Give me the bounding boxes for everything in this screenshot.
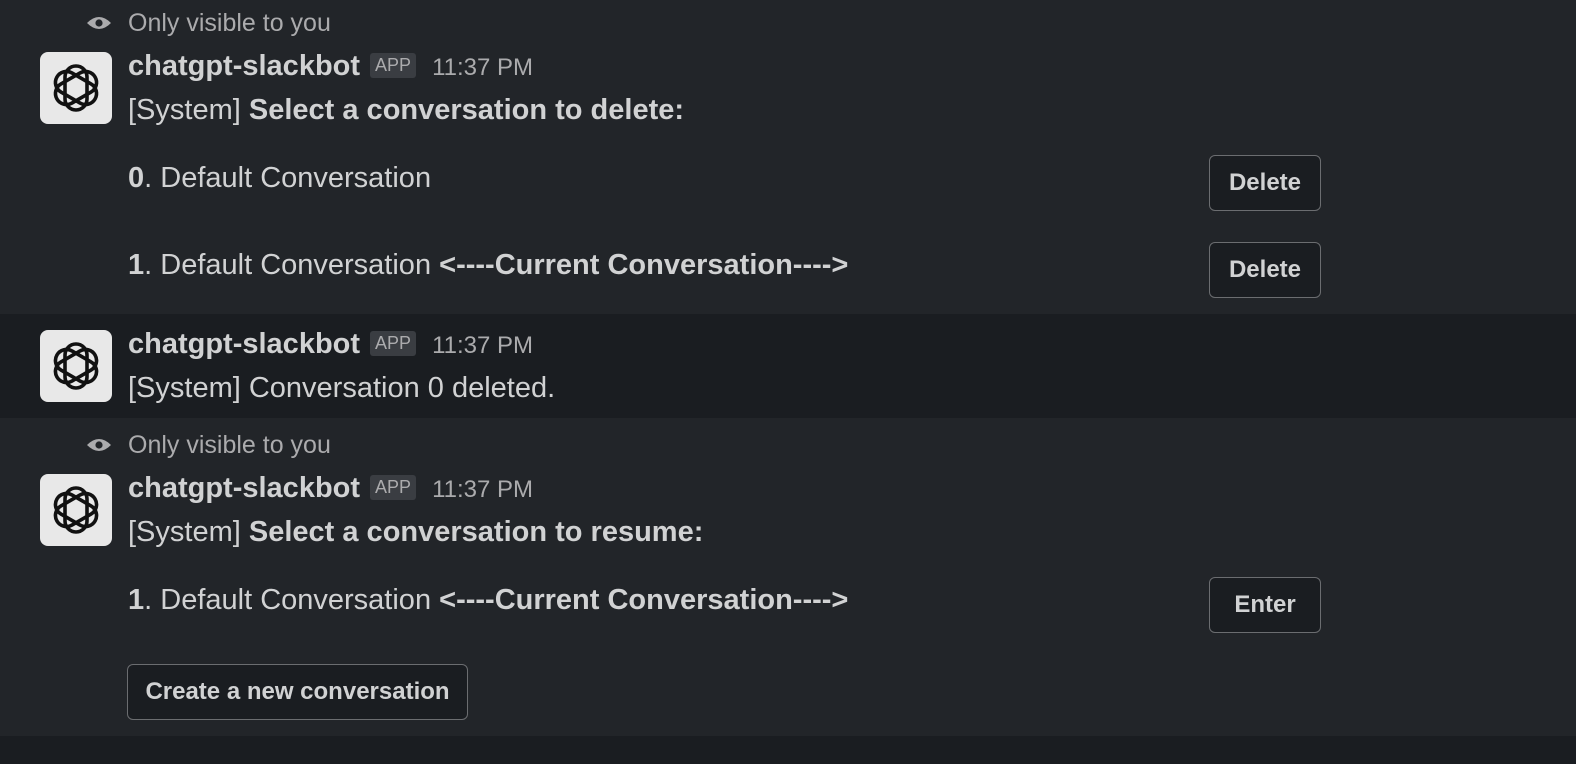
delete-button[interactable]: Delete — [1209, 242, 1321, 298]
visibility-note: Only visible to you — [86, 8, 331, 38]
openai-logo-icon — [53, 486, 99, 534]
item-index: 1 — [128, 249, 145, 281]
current-marker: <----Current Conversation----> — [439, 249, 849, 281]
message-deleted-confirmation: chatgpt-slackbot APP 11:37 PM [System] C… — [0, 314, 1576, 418]
openai-logo-icon — [53, 64, 99, 112]
app-badge: APP — [370, 331, 417, 356]
app-badge: APP — [370, 475, 417, 500]
message-text: [System] Conversation 0 deleted. — [128, 372, 556, 404]
prompt-text: Select a conversation to delete: — [248, 94, 685, 126]
delete-button[interactable]: Delete — [1209, 155, 1321, 211]
bot-avatar[interactable] — [40, 330, 112, 402]
openai-logo-icon — [53, 342, 99, 390]
create-conversation-button[interactable]: Create a new conversation — [127, 664, 468, 720]
current-marker: <----Current Conversation----> — [439, 584, 849, 616]
message-resume-menu: Only visible to you chatgpt-slackbot APP… — [0, 418, 1576, 736]
item-title: . Default Conversation — [144, 162, 432, 194]
message-prompt: [System] Select a conversation to resume… — [128, 516, 703, 549]
visibility-label: Only visible to you — [128, 430, 331, 459]
bot-name[interactable]: chatgpt-slackbot — [128, 50, 360, 83]
eye-icon — [87, 439, 111, 451]
message-delete-menu: Only visible to you chatgpt-slackbot APP… — [0, 0, 1576, 314]
timestamp[interactable]: 11:37 PM — [432, 476, 533, 504]
bot-avatar[interactable] — [40, 474, 112, 546]
message-prompt: [System] Select a conversation to delete… — [128, 94, 684, 127]
item-title: . Default Conversation — [144, 584, 432, 616]
system-prefix: [System] — [128, 516, 241, 548]
item-index: 0 — [128, 162, 145, 194]
conversation-item: 0. Default Conversation — [128, 162, 431, 195]
item-index: 1 — [128, 584, 145, 616]
timestamp[interactable]: 11:37 PM — [432, 332, 533, 360]
bot-name[interactable]: chatgpt-slackbot — [128, 472, 360, 505]
conversation-item: 1. Default Conversation <----Current Con… — [128, 249, 848, 282]
message-feed: Only visible to you chatgpt-slackbot APP… — [0, 0, 1576, 764]
visibility-label: Only visible to you — [128, 8, 331, 37]
visibility-note: Only visible to you — [86, 430, 331, 460]
bot-avatar[interactable] — [40, 52, 112, 124]
timestamp[interactable]: 11:37 PM — [432, 54, 533, 82]
eye-icon — [87, 17, 111, 29]
prompt-text: Select a conversation to resume: — [248, 516, 704, 548]
item-title: . Default Conversation — [144, 249, 432, 281]
conversation-item: 1. Default Conversation <----Current Con… — [128, 584, 848, 617]
enter-button[interactable]: Enter — [1209, 577, 1321, 633]
bot-name[interactable]: chatgpt-slackbot — [128, 328, 360, 361]
app-badge: APP — [370, 53, 417, 78]
system-prefix: [System] — [128, 94, 241, 126]
